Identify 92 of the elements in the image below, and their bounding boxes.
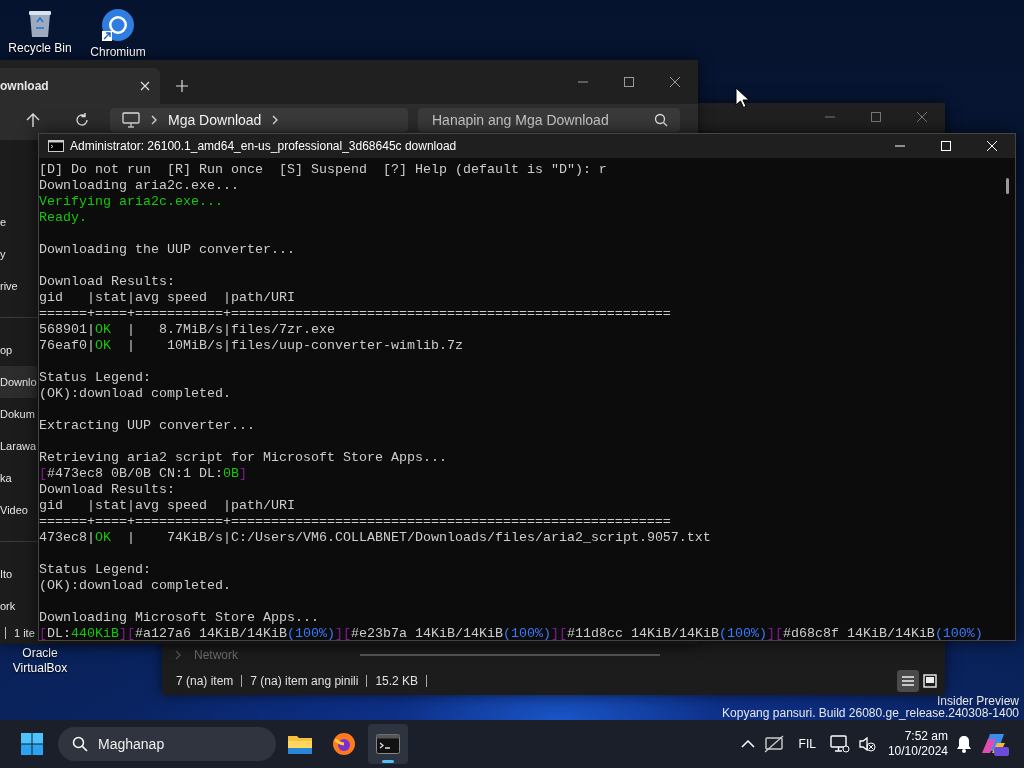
status-text: 7 (na) item (176, 675, 243, 687)
tab-close-button[interactable] (140, 81, 150, 91)
windows-logo-icon (21, 733, 43, 755)
os-build-notice: Insider Preview (936, 695, 1019, 707)
sidebar-item[interactable]: e (0, 206, 37, 238)
language-indicator[interactable]: FIL (798, 737, 816, 751)
chevron-icon (150, 115, 158, 125)
sidebar-item[interactable]: Video (0, 494, 37, 526)
sidebar-item[interactable]: Dokum (0, 398, 37, 430)
clock-date[interactable]: 10/10/2024 (887, 744, 948, 759)
taskbar-app-button[interactable] (368, 724, 408, 764)
search-field[interactable]: Hanapin ang Mga Download (418, 108, 680, 132)
computer-icon (122, 112, 140, 128)
window-title: Administrator: 26100.1_amd64_en-us_professional_3d68645c download (70, 139, 457, 153)
close-icon (140, 81, 150, 91)
sidebar-item[interactable]: rive (0, 270, 37, 302)
search-icon (72, 736, 88, 752)
maximize-icon (623, 76, 635, 88)
desktop-icon-label[interactable]: Chromium (90, 45, 146, 60)
search-icon (654, 113, 668, 127)
sidebar-item[interactable]: y (0, 238, 37, 270)
fox-globe-icon (332, 732, 356, 756)
sidebar-item[interactable]: op (0, 334, 37, 366)
terminal-icon (376, 734, 400, 754)
chromium-icon (101, 8, 135, 42)
network-off-icon[interactable] (762, 735, 785, 753)
browser-tab[interactable]: ownload (0, 68, 160, 104)
folder-icon (287, 733, 313, 755)
bell-icon[interactable] (956, 735, 972, 753)
monitor-icon[interactable] (829, 735, 850, 753)
status-text: 1 ite (5, 627, 35, 639)
console-line: 473ec8|OK | 74KiB/s|C:/Users/VM6.COLLABNET/Downloads/files/aria2_script.9057.txt (39, 530, 712, 546)
os-build-notice: Kopyang pansuri. Build 26080.ge_release.240308-1400 (722, 707, 1019, 719)
search-input[interactable]: Hanapin ang Mga Download (432, 112, 654, 128)
desktop-icon-label[interactable]: Oracle VirtualBox (0, 646, 80, 676)
chevron-up-icon (740, 739, 755, 749)
close-icon (916, 111, 928, 123)
close-icon (986, 140, 998, 152)
sidebar-item[interactable]: ork (0, 590, 37, 622)
console-line: ======+====+===========+======================================================= (39, 514, 672, 530)
clock-time[interactable]: 7:52 am (904, 729, 948, 744)
details-view-button[interactable] (897, 670, 919, 692)
console-line: Retrieving aria2 script for Microsoft Store Apps... (39, 450, 448, 466)
console-line: Download Results: (39, 482, 176, 498)
console-line: ======+====+===========+======================================================= (39, 306, 672, 322)
console-line: [DL:440KiB][#a127a6 14KiB/14KiB(100%)][#e23b7a 14KiB/14KiB(100%)][#11d8cc 14KiB/14KiB(100%)][#d68c8f 14KiB/14KiB(100%) (39, 626, 984, 640)
copilot-icon[interactable] (980, 731, 1010, 757)
tab-title: ownload (0, 79, 49, 93)
close-icon (669, 76, 681, 88)
mouse-pointer-icon (735, 87, 749, 109)
breadcrumb-item[interactable]: Mga Download (168, 112, 262, 128)
maximize-icon (940, 140, 952, 152)
console-line: Ready. (39, 210, 88, 226)
console-line: 76eaf0|OK | 10MiB/s|files/uup-converter-wimlib.7z (39, 338, 464, 354)
chevron-icon (271, 115, 280, 125)
sidebar-item[interactable]: ka (0, 462, 37, 494)
chevron-icon (174, 650, 182, 660)
console-line: (OK):download completed. (39, 386, 232, 402)
status-text: 7 (na) item ang pinili (242, 675, 368, 687)
refresh-icon (74, 112, 90, 128)
show-hidden-icons-button[interactable] (740, 739, 755, 749)
console-line: gid |stat|avg speed |path/URI (39, 290, 296, 306)
console-line: (OK):download completed. (39, 578, 232, 594)
sidebar-item[interactable]: Larawa (0, 430, 37, 462)
tiles-view-icon (921, 672, 939, 690)
sidebar-item[interactable]: Downlo (0, 366, 37, 398)
up-arrow-icon (26, 112, 40, 128)
console-line: [D] Do not run [R] Run once [S] Suspend [?] Help (default is "D"): r (39, 162, 608, 178)
sidebar-item[interactable]: Ito (0, 558, 37, 590)
console-line: Download Results: (39, 274, 176, 290)
console-line: Status Legend: (39, 562, 152, 578)
console-line: Downloading aria2c.exe... (39, 178, 240, 194)
console-line: Verifying aria2c.exe... (39, 194, 224, 210)
console-icon (48, 140, 64, 152)
console-line: gid |stat|avg speed |path/URI (39, 498, 296, 514)
plus-icon (176, 80, 188, 92)
search-input[interactable]: Maghanap (98, 736, 258, 752)
speaker-muted-icon[interactable] (857, 735, 876, 753)
scrollbar-thumb[interactable] (1006, 178, 1009, 194)
console-line: [#473ec8 0B/0B CN:1 DL:0B] (39, 466, 248, 482)
new-tab-button[interactable] (176, 80, 188, 92)
address-bar[interactable]: Mga Download (110, 108, 408, 132)
taskbar-search-field[interactable]: Maghanap (58, 727, 276, 761)
status-text: 15.2 KB (367, 675, 428, 687)
console-line: 568901|OK | 8.7MiB/s|files/7zr.exe (39, 322, 336, 338)
console-line: Extracting UUP converter... (39, 418, 256, 434)
maximize-icon (870, 111, 882, 123)
recycle-bin-icon (27, 8, 53, 38)
console-line: Status Legend: (39, 370, 152, 386)
desktop-icon-label[interactable]: Recycle Bin (8, 41, 72, 56)
console-line: Downloading the UUP converter... (39, 242, 296, 258)
console-line: Downloading Microsoft Store Apps... (39, 610, 320, 626)
